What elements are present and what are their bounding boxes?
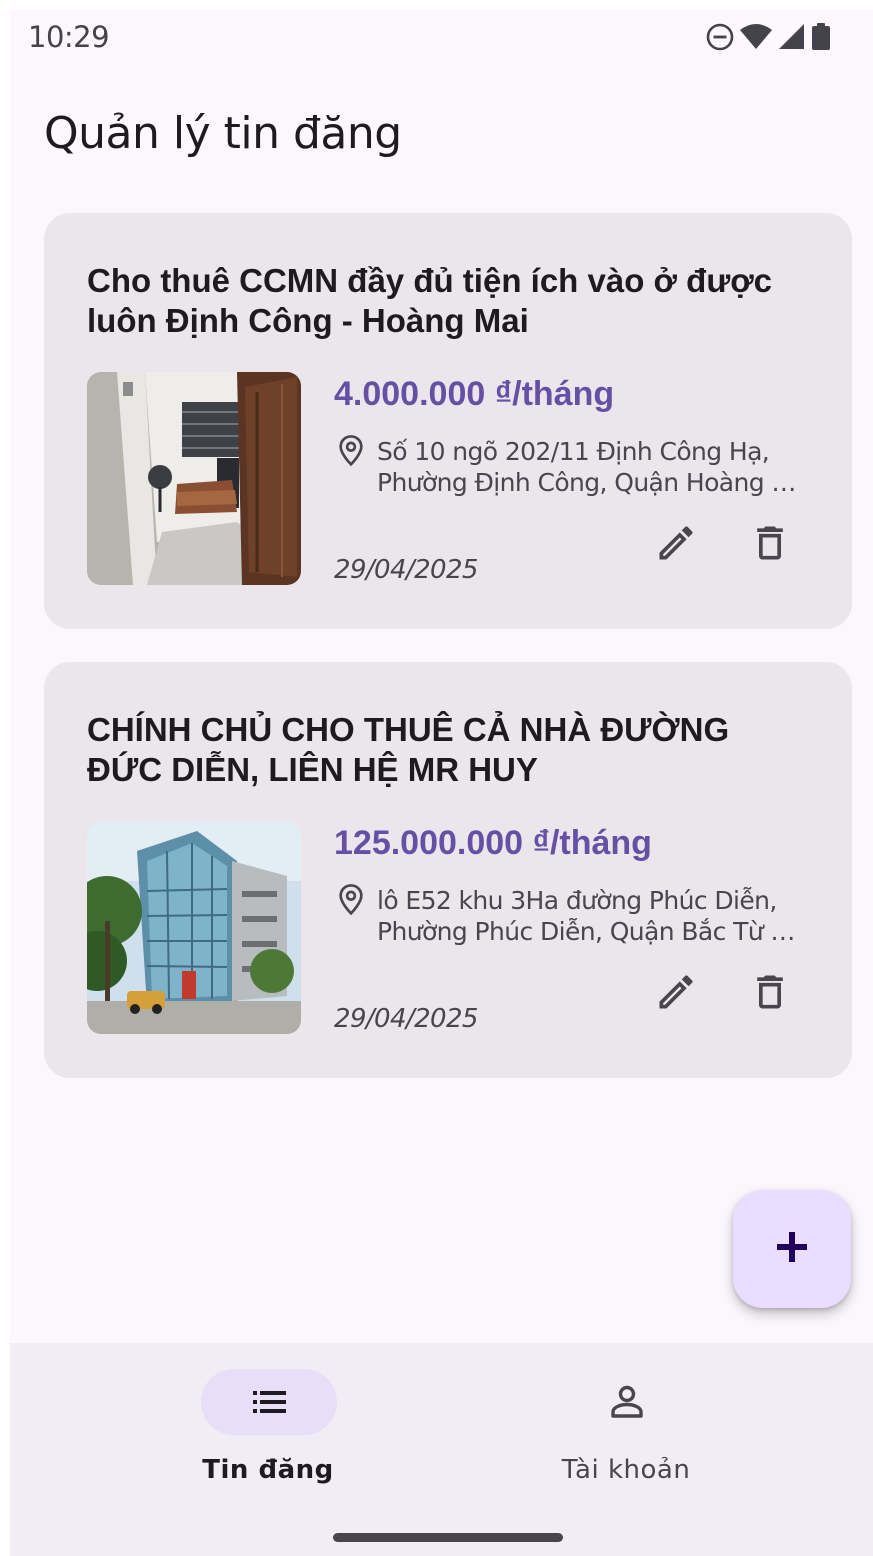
status-time: 10:29 (28, 20, 110, 54)
listing-title: Cho thuê CCMN đầy đủ tiện ích vào ở được… (87, 262, 773, 339)
listing-date: 29/04/2025 (334, 1004, 478, 1034)
listing-date: 29/04/2025 (334, 555, 478, 585)
list-icon (249, 1382, 289, 1427)
address-line-1: lô E52 khu 3Ha đường Phúc Diễn, (377, 886, 777, 915)
location-pin-icon (336, 434, 366, 473)
pencil-icon (654, 970, 698, 1019)
listing-price: 4.000.000 ₫/tháng (334, 375, 615, 413)
signal-icon (777, 22, 805, 52)
bottom-navigation: Tin đăng Tài khoản (10, 1343, 873, 1556)
wifi-icon (739, 22, 773, 52)
listing-card[interactable]: CHÍNH CHỦ CHO THUÊ CẢ NHÀ ĐƯỜNG ĐỨC DIỄN… (44, 662, 852, 1078)
location-pin-icon (336, 883, 366, 922)
do-not-disturb-icon (705, 22, 735, 52)
status-icons (705, 22, 833, 52)
battery-icon (809, 22, 833, 52)
person-icon (607, 1382, 647, 1427)
delete-button[interactable] (744, 968, 796, 1020)
status-bar: 10:29 (10, 10, 873, 62)
edit-button[interactable] (650, 968, 702, 1020)
nav-item-tai-khoan[interactable]: Tài khoản (476, 1369, 776, 1489)
trash-icon (748, 521, 792, 570)
address-line-2: Phường Phúc Diễn, Quận Bắc Từ Liêm (377, 917, 807, 946)
add-icon (775, 1230, 809, 1269)
listing-title: CHÍNH CHỦ CHO THUÊ CẢ NHÀ ĐƯỜNG ĐỨC DIỄN… (87, 711, 730, 788)
screen: 10:29 Quản lý tin đăng Cho thuê CCMN đầy… (10, 10, 873, 1556)
listing-address: Số 10 ngõ 202/11 Định Công Hạ, Phường Đị… (377, 436, 807, 498)
nav-item-tin-dang[interactable]: Tin đăng (118, 1369, 418, 1489)
listing-address: lô E52 khu 3Ha đường Phúc Diễn, Phường P… (377, 885, 807, 947)
nav-label: Tài khoản (561, 1455, 691, 1485)
listing-photo (87, 821, 301, 1034)
page-title: Quản lý tin đăng (44, 108, 402, 159)
edit-button[interactable] (650, 519, 702, 571)
listing-photo (87, 372, 301, 585)
address-line-2: Phường Định Công, Quận Hoàng Mai (377, 468, 807, 497)
address-line-1: Số 10 ngõ 202/11 Định Công Hạ, (377, 437, 770, 466)
pencil-icon (654, 521, 698, 570)
add-listing-button[interactable] (733, 1190, 851, 1308)
trash-icon (748, 970, 792, 1019)
home-indicator (333, 1533, 563, 1542)
nav-label: Tin đăng (202, 1455, 334, 1485)
delete-button[interactable] (744, 519, 796, 571)
listing-card[interactable]: Cho thuê CCMN đầy đủ tiện ích vào ở được… (44, 213, 852, 629)
listing-price: 125.000.000 ₫/tháng (334, 824, 652, 862)
